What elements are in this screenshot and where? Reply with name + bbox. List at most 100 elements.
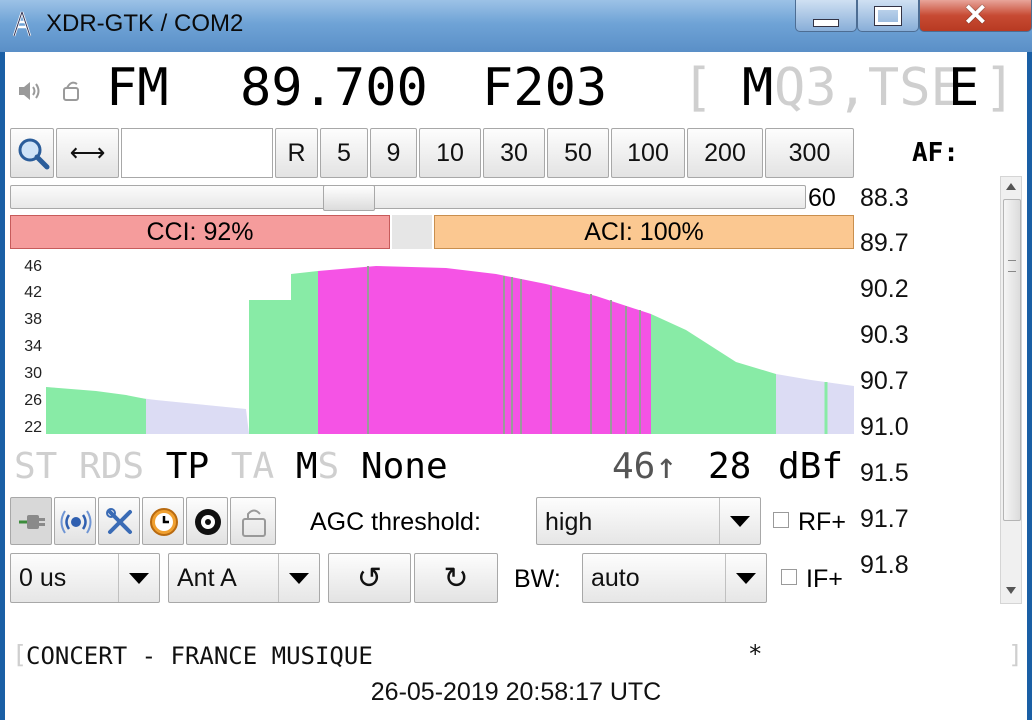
signal-level: 28	[708, 446, 752, 487]
y-tick-38: 38	[24, 311, 42, 328]
lock-button[interactable]	[230, 497, 276, 545]
bw-select[interactable]: auto	[582, 553, 767, 603]
af-item[interactable]: 91.5	[860, 459, 909, 488]
rds-button[interactable]	[54, 497, 96, 545]
band-label: FM	[106, 58, 169, 118]
y-tick-46: 46	[24, 258, 42, 275]
app-icon	[12, 11, 32, 37]
lock-icon	[242, 509, 266, 537]
y-tick-42: 42	[24, 284, 42, 301]
utc-clock: 26-05-2019 20:58:17 UTC	[370, 678, 662, 706]
graph-area-green-right	[651, 314, 776, 434]
af-item[interactable]: 91.7	[860, 505, 909, 534]
if-checkbox[interactable]	[781, 569, 797, 585]
pi-code: F203	[482, 58, 608, 118]
step-button-r[interactable]: R	[275, 128, 318, 178]
step-button-10[interactable]: 10	[419, 128, 481, 178]
settings-button[interactable]	[98, 497, 140, 545]
peak-level: 46↑	[612, 446, 678, 487]
bw-label: BW:	[514, 565, 561, 593]
frequency-input[interactable]	[121, 128, 273, 178]
scroll-down-icon[interactable]	[1006, 587, 1016, 594]
y-tick-26: 26	[24, 392, 42, 409]
af-label: AF:	[912, 138, 959, 168]
ps-bracket-close: ]	[984, 58, 1016, 118]
signal-unit: dBf	[778, 446, 844, 487]
af-list-clip	[858, 598, 918, 606]
rotate-cw-button[interactable]: ↻	[414, 553, 498, 603]
rotate-ccw-icon: ↺	[356, 561, 383, 595]
af-item[interactable]: 90.7	[860, 367, 909, 396]
clock-icon	[150, 508, 178, 536]
ms-s-indicator: S	[317, 446, 340, 487]
bw-value: auto	[591, 564, 640, 592]
signal-icon[interactable]	[58, 78, 84, 104]
bar-separator	[392, 215, 432, 249]
af-item[interactable]: 90.3	[860, 321, 909, 350]
step-button-200[interactable]: 200	[687, 128, 763, 178]
rotate-ccw-button[interactable]: ↺	[328, 553, 411, 603]
step-button-30[interactable]: 30	[483, 128, 545, 178]
close-icon: ✕	[962, 0, 989, 32]
deemphasis-value: 0 us	[19, 564, 67, 592]
if-label: IF+	[806, 565, 843, 593]
step-button-100[interactable]: 100	[611, 128, 685, 178]
st-indicator: ST	[14, 446, 58, 487]
antenna-select[interactable]: Ant A	[168, 553, 320, 603]
ps-text: Q3,TSE	[774, 58, 962, 118]
chevron-down-icon	[725, 554, 766, 602]
step-button-300[interactable]: 300	[765, 128, 854, 178]
scheduler-button[interactable]	[142, 497, 184, 545]
close-button[interactable]: ✕	[919, 0, 1032, 32]
window-title: XDR-GTK / COM2	[46, 10, 244, 37]
af-scrollbar[interactable]	[1000, 176, 1022, 604]
graph-area-green-mid	[249, 271, 318, 434]
agc-select-value: high	[545, 508, 593, 536]
agc-select[interactable]: high	[536, 497, 761, 545]
pty-label: None	[360, 446, 448, 487]
scroll-up-icon[interactable]	[1006, 183, 1016, 190]
radiotext-bracket-open: [	[12, 640, 28, 669]
ta-indicator: TA	[230, 446, 275, 487]
tp-indicator: TP	[165, 446, 210, 487]
agc-label: AGC threshold:	[310, 508, 481, 536]
slider-thumb[interactable]	[323, 185, 375, 211]
search-icon	[18, 138, 50, 170]
squelch-value: 60	[808, 184, 836, 212]
ms-m-indicator: M	[295, 446, 318, 487]
step-button-9[interactable]: 9	[370, 128, 417, 178]
frequency-display[interactable]: 89.700	[240, 58, 428, 118]
cci-bar: CCI: 92%	[10, 215, 390, 249]
search-button[interactable]	[10, 128, 54, 178]
step-button-5[interactable]: 5	[320, 128, 368, 178]
minimize-button[interactable]	[795, 0, 857, 32]
record-icon	[195, 509, 221, 535]
speaker-icon[interactable]	[16, 78, 42, 104]
radiotext: CONCERT - FRANCE MUSIQUE	[26, 642, 373, 670]
rds-indicator: RDS	[79, 446, 145, 487]
af-item[interactable]: 91.0	[860, 413, 909, 442]
graph-area-lavender-right	[776, 374, 854, 434]
af-item[interactable]: 89.7	[860, 229, 909, 258]
tools-icon	[106, 508, 132, 534]
plug-icon	[19, 515, 45, 529]
swap-button[interactable]: ⟷	[56, 128, 119, 178]
connect-button[interactable]	[10, 497, 52, 545]
rf-checkbox[interactable]	[773, 512, 789, 528]
antenna-value: Ant A	[177, 564, 237, 592]
maximize-button[interactable]	[857, 0, 919, 32]
chevron-down-icon	[118, 554, 159, 602]
squelch-slider[interactable]	[10, 185, 806, 211]
status-row: ST RDS TP TA MS None	[14, 446, 448, 487]
af-item[interactable]: 91.8	[860, 551, 909, 580]
chevron-down-icon	[278, 554, 319, 602]
chevron-down-icon	[719, 498, 760, 544]
double-arrow-icon: ⟷	[69, 139, 106, 167]
spectrum-button[interactable]	[186, 497, 228, 545]
radiotext-marker: *	[748, 640, 763, 668]
deemphasis-select[interactable]: 0 us	[10, 553, 160, 603]
step-button-50[interactable]: 50	[547, 128, 609, 178]
af-item[interactable]: 88.3	[860, 184, 909, 213]
af-item[interactable]: 90.2	[860, 275, 909, 304]
scroll-thumb[interactable]	[1003, 199, 1021, 521]
